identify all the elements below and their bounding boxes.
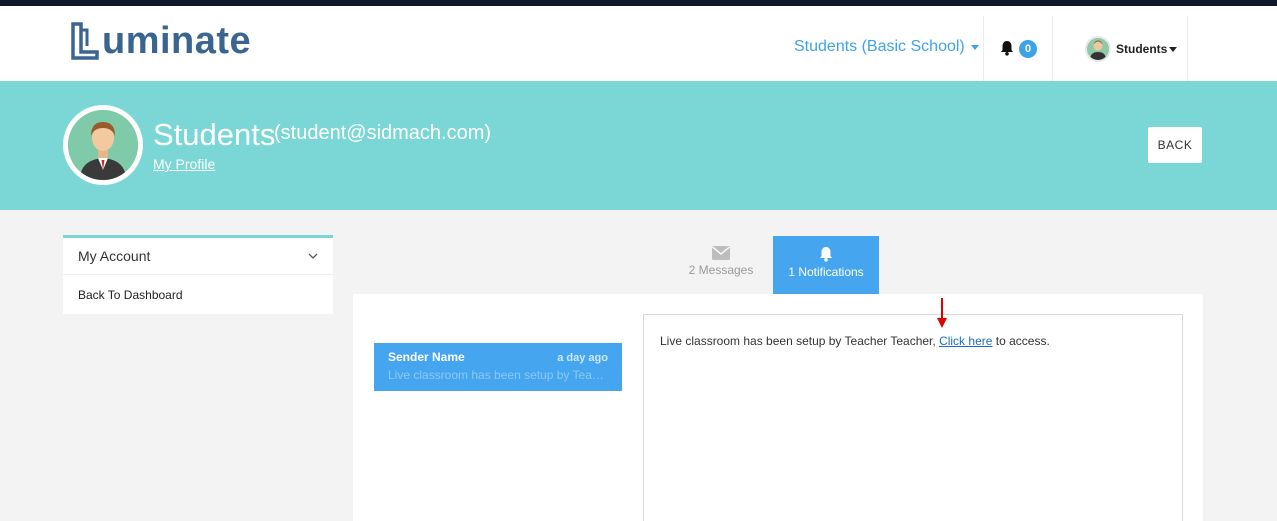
notification-detail: Live classroom has been setup by Teacher… bbox=[643, 314, 1183, 521]
bell-icon bbox=[820, 247, 832, 262]
tab-label: 2 Messages bbox=[688, 263, 754, 277]
sidebar-item-label: Back To Dashboard bbox=[78, 287, 183, 302]
tab-messages[interactable]: 2 Messages bbox=[680, 236, 762, 294]
chevron-down-icon bbox=[1169, 46, 1178, 52]
user-menu[interactable]: Students bbox=[1116, 42, 1178, 56]
person-avatar-icon bbox=[68, 110, 138, 180]
nav-divider bbox=[1187, 16, 1188, 81]
my-profile-link[interactable]: My Profile bbox=[153, 156, 215, 172]
notification-preview: Live classroom has been setup by Teacher… bbox=[388, 368, 608, 382]
user-menu-label: Students bbox=[1116, 42, 1168, 56]
nav-divider bbox=[983, 16, 984, 81]
chevron-down-icon bbox=[308, 253, 318, 259]
logo-text: uminate bbox=[102, 20, 252, 62]
my-account-toggle[interactable]: My Account bbox=[63, 238, 333, 275]
chevron-down-icon bbox=[970, 44, 979, 50]
detail-text-end: to access. bbox=[992, 334, 1050, 348]
role-label: Students (Basic School) bbox=[794, 38, 965, 55]
red-arrow-annotation-icon bbox=[937, 298, 947, 328]
user-avatar-icon bbox=[1087, 38, 1109, 60]
role-dropdown[interactable]: Students (Basic School) bbox=[794, 38, 979, 56]
logo-mark-icon bbox=[71, 22, 99, 60]
nav-divider bbox=[1052, 16, 1053, 81]
tab-label: 1 Notifications bbox=[788, 265, 864, 279]
detail-text: Live classroom has been setup by Teacher… bbox=[660, 334, 940, 348]
sidebar-item-back-to-dashboard[interactable]: Back To Dashboard bbox=[63, 275, 333, 314]
profile-name: Students bbox=[153, 117, 276, 152]
notification-sender: Sender Name bbox=[388, 350, 465, 364]
sidebar-section-title: My Account bbox=[78, 248, 151, 264]
account-sidebar: My Account Back To Dashboard bbox=[63, 235, 333, 314]
click-here-link[interactable]: Click here bbox=[939, 334, 992, 348]
notification-count-badge[interactable]: 0 bbox=[1019, 40, 1037, 58]
profile-email: (student@sidmach.com) bbox=[274, 122, 492, 144]
notification-list-item[interactable]: Sender Name a day ago Live classroom has… bbox=[374, 343, 622, 391]
profile-avatar bbox=[63, 105, 143, 185]
tab-notifications[interactable]: 1 Notifications bbox=[773, 236, 879, 294]
top-navbar: uminate Students (Basic School) 0 Studen… bbox=[0, 6, 1277, 81]
envelope-icon bbox=[712, 246, 730, 260]
profile-banner: Students (student@sidmach.com) My Profil… bbox=[0, 81, 1277, 210]
bell-icon[interactable] bbox=[999, 40, 1015, 56]
user-avatar[interactable] bbox=[1085, 36, 1111, 62]
app-logo[interactable]: uminate bbox=[70, 20, 251, 60]
notification-time: a day ago bbox=[557, 352, 608, 364]
back-button[interactable]: BACK bbox=[1148, 127, 1202, 163]
